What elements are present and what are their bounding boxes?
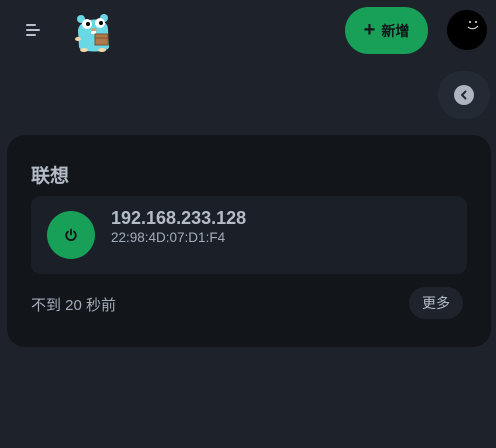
device-group-card: 联想 192.168.233.128 22:98:4D:07:D1:F4 不到 … xyxy=(7,135,491,347)
gopher-logo-icon xyxy=(72,9,114,53)
chevron-left-icon xyxy=(454,85,474,105)
add-button[interactable]: + 新增 xyxy=(345,7,428,54)
more-button[interactable]: 更多 xyxy=(409,287,463,319)
menu-icon-line xyxy=(26,34,36,36)
plus-icon: + xyxy=(363,18,376,41)
card-title: 联想 xyxy=(31,166,70,187)
back-button[interactable] xyxy=(438,71,490,119)
user-avatar-icon[interactable] xyxy=(447,10,487,50)
menu-toggle-button[interactable] xyxy=(21,20,45,40)
power-icon xyxy=(65,228,77,241)
last-seen-text: 不到 20 秒前 xyxy=(31,297,117,314)
menu-icon xyxy=(26,24,36,26)
menu-icon-line xyxy=(26,29,40,31)
add-button-label: 新增 xyxy=(381,22,410,39)
device-ip: 192.168.233.128 xyxy=(111,208,247,228)
device-item: 192.168.233.128 22:98:4D:07:D1:F4 xyxy=(31,196,467,274)
device-mac: 22:98:4D:07:D1:F4 xyxy=(111,230,226,245)
power-button[interactable] xyxy=(47,211,95,259)
